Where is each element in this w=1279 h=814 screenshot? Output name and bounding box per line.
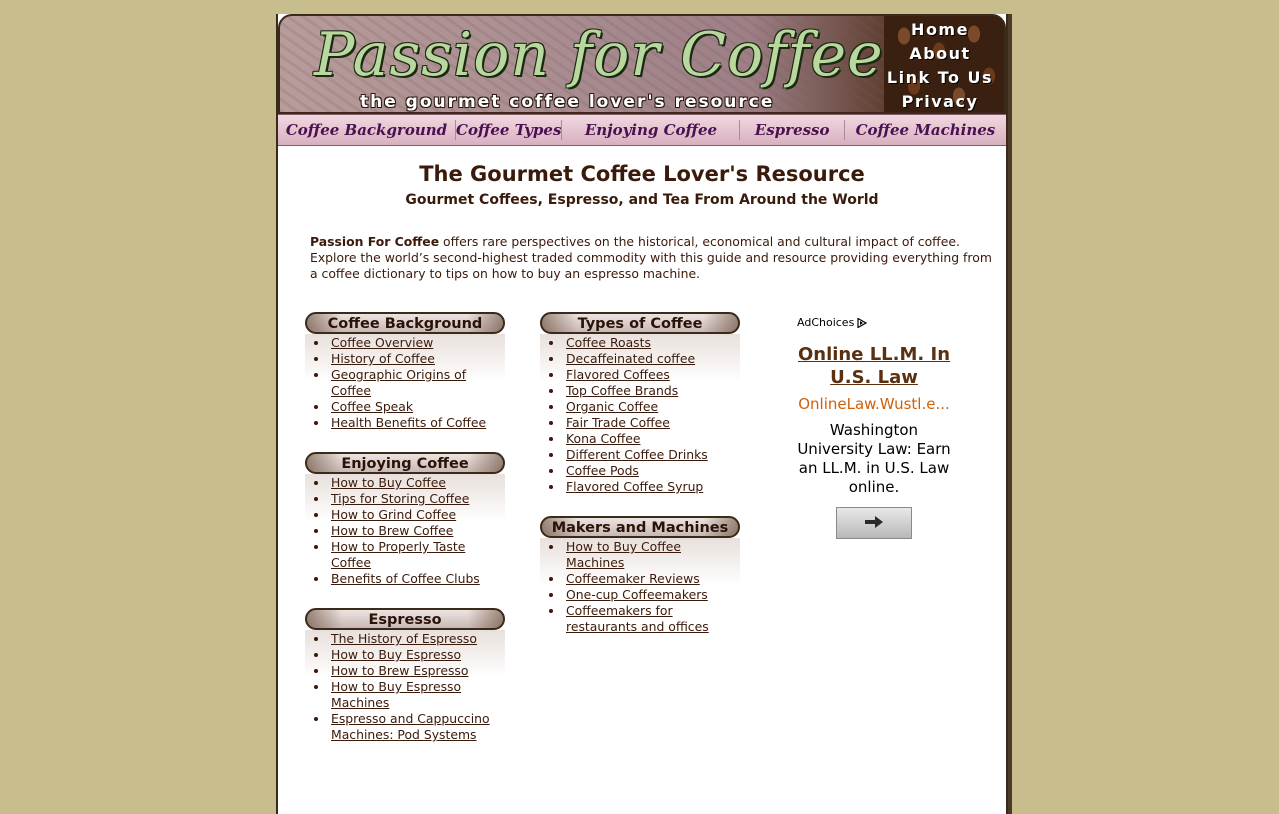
link-geographic-origins[interactable]: Geographic Origins of Coffee: [331, 367, 466, 398]
types-of-coffee-box: Types of Coffee Coffee Roasts Decaffeina…: [540, 312, 740, 495]
link-buy-espresso[interactable]: How to Buy Espresso: [331, 647, 461, 662]
ad-description: Washington University Law: Earn an LL.M.…: [797, 421, 951, 496]
list-item: Kona Coffee: [564, 431, 740, 447]
ad-unit: AdChoices Online LL.M. In U.S. Law Onlin…: [794, 316, 954, 539]
link-coffee-roasts[interactable]: Coffee Roasts: [566, 335, 651, 350]
site-logo[interactable]: Passion for Coffee: [314, 20, 884, 90]
ad-go-button[interactable]: [836, 507, 912, 539]
ad-title-link[interactable]: Online LL.M. In U.S. Law: [794, 343, 954, 389]
adchoices-icon: [857, 316, 868, 329]
list-item: How to Brew Espresso: [329, 663, 505, 679]
adchoices-text: AdChoices: [797, 316, 855, 329]
section-nav: Coffee Background Coffee Types Enjoying …: [278, 114, 1006, 146]
link-health-benefits[interactable]: Health Benefits of Coffee: [331, 415, 486, 430]
box-title: Coffee Background: [305, 312, 505, 334]
list-item: Coffeemakers for restaurants and offices: [564, 603, 740, 635]
link-pod-systems[interactable]: Espresso and Cappuccino Machines: Pod Sy…: [331, 711, 490, 742]
enjoying-coffee-box: Enjoying Coffee How to Buy Coffee Tips f…: [305, 452, 505, 587]
list-item: How to Buy Coffee: [329, 475, 505, 491]
link-fair-trade[interactable]: Fair Trade Coffee: [566, 415, 670, 430]
link-flavored-coffees[interactable]: Flavored Coffees: [566, 367, 670, 382]
section-nav-coffee-types[interactable]: Coffee Types: [456, 120, 563, 140]
list-item: How to Properly Taste Coffee: [329, 539, 505, 571]
list-item: Coffee Overview: [329, 335, 505, 351]
link-brew-espresso[interactable]: How to Brew Espresso: [331, 663, 468, 678]
site-tagline: the gourmet coffee lover's resource: [360, 92, 775, 112]
adchoices-label[interactable]: AdChoices: [797, 316, 954, 329]
espresso-box: Espresso The History of Espresso How to …: [305, 608, 505, 743]
list-item: Coffee Roasts: [564, 335, 740, 351]
list-item: One-cup Coffeemakers: [564, 587, 740, 603]
link-commercial-coffeemakers[interactable]: Coffeemakers for restaurants and offices: [566, 603, 709, 634]
list-item: Organic Coffee: [564, 399, 740, 415]
link-history-of-coffee[interactable]: History of Coffee: [331, 351, 435, 366]
intro-paragraph: Passion For Coffee offers rare perspecti…: [310, 234, 1000, 282]
list-item: How to Grind Coffee: [329, 507, 505, 523]
list-item: Decaffeinated coffee: [564, 351, 740, 367]
nav-home-link[interactable]: Home: [911, 18, 969, 42]
nav-privacy-link[interactable]: Privacy: [902, 90, 979, 112]
header-banner: Passion for Coffee the gourmet coffee lo…: [278, 14, 1006, 114]
list-item: Geographic Origins of Coffee: [329, 367, 505, 399]
list-item: Coffee Speak: [329, 399, 505, 415]
list-item: How to Brew Coffee: [329, 523, 505, 539]
makers-and-machines-box: Makers and Machines How to Buy Coffee Ma…: [540, 516, 740, 635]
box-title: Makers and Machines: [540, 516, 740, 538]
link-kona-coffee[interactable]: Kona Coffee: [566, 431, 641, 446]
link-coffee-clubs[interactable]: Benefits of Coffee Clubs: [331, 571, 480, 586]
link-buy-coffee-machines[interactable]: How to Buy Coffee Machines: [566, 539, 681, 570]
link-coffee-speak[interactable]: Coffee Speak: [331, 399, 413, 414]
link-one-cup-coffeemakers[interactable]: One-cup Coffeemakers: [566, 587, 708, 602]
link-coffeemaker-reviews[interactable]: Coffeemaker Reviews: [566, 571, 700, 586]
link-coffee-overview[interactable]: Coffee Overview: [331, 335, 433, 350]
section-nav-espresso[interactable]: Espresso: [740, 120, 845, 140]
list-item: Flavored Coffees: [564, 367, 740, 383]
list-item: Tips for Storing Coffee: [329, 491, 505, 507]
link-storing-coffee[interactable]: Tips for Storing Coffee: [331, 491, 469, 506]
link-coffee-syrup[interactable]: Flavored Coffee Syrup: [566, 479, 703, 494]
link-organic-coffee[interactable]: Organic Coffee: [566, 399, 658, 414]
list-item: Fair Trade Coffee: [564, 415, 740, 431]
link-brew-coffee[interactable]: How to Brew Coffee: [331, 523, 453, 538]
list-item: Flavored Coffee Syrup: [564, 479, 740, 495]
link-taste-coffee[interactable]: How to Properly Taste Coffee: [331, 539, 465, 570]
list-item: How to Buy Coffee Machines: [564, 539, 740, 571]
link-history-of-espresso[interactable]: The History of Espresso: [331, 631, 477, 646]
list-item: How to Buy Espresso: [329, 647, 505, 663]
list-item: How to Buy Espresso Machines: [329, 679, 505, 711]
box-title: Espresso: [305, 608, 505, 630]
section-nav-coffee-background[interactable]: Coffee Background: [278, 120, 457, 140]
list-item: The History of Espresso: [329, 631, 505, 647]
intro-site-name: Passion For Coffee: [310, 234, 440, 249]
list-item: Health Benefits of Coffee: [329, 415, 505, 431]
link-coffee-drinks[interactable]: Different Coffee Drinks: [566, 447, 708, 462]
link-grind-coffee[interactable]: How to Grind Coffee: [331, 507, 456, 522]
page-subtitle: Gourmet Coffees, Espresso, and Tea From …: [405, 192, 879, 208]
page-container: Passion for Coffee the gourmet coffee lo…: [276, 14, 1008, 814]
nav-link-to-us-link[interactable]: Link To Us: [887, 66, 993, 90]
box-title: Types of Coffee: [540, 312, 740, 334]
list-item: History of Coffee: [329, 351, 505, 367]
link-how-to-buy-coffee[interactable]: How to Buy Coffee: [331, 475, 446, 490]
section-nav-enjoying-coffee[interactable]: Enjoying Coffee: [562, 120, 741, 140]
link-buy-espresso-machines[interactable]: How to Buy Espresso Machines: [331, 679, 461, 710]
link-coffee-pods[interactable]: Coffee Pods: [566, 463, 639, 478]
link-top-brands[interactable]: Top Coffee Brands: [566, 383, 678, 398]
ad-url[interactable]: OnlineLaw.Wustl.e...: [794, 395, 954, 413]
nav-about-link[interactable]: About: [909, 42, 970, 66]
list-item: Different Coffee Drinks: [564, 447, 740, 463]
list-item: Espresso and Cappuccino Machines: Pod Sy…: [329, 711, 505, 743]
list-item: Coffeemaker Reviews: [564, 571, 740, 587]
section-nav-coffee-machines[interactable]: Coffee Machines: [845, 120, 1006, 140]
list-item: Coffee Pods: [564, 463, 740, 479]
list-item: Benefits of Coffee Clubs: [329, 571, 505, 587]
coffee-background-box: Coffee Background Coffee Overview Histor…: [305, 312, 505, 431]
box-title: Enjoying Coffee: [305, 452, 505, 474]
top-nav: Home About Link To Us Privacy: [884, 18, 996, 112]
page-title: The Gourmet Coffee Lover's Resource: [419, 162, 865, 186]
link-decaf-coffee[interactable]: Decaffeinated coffee: [566, 351, 695, 366]
arrow-right-icon: [864, 514, 884, 533]
list-item: Top Coffee Brands: [564, 383, 740, 399]
